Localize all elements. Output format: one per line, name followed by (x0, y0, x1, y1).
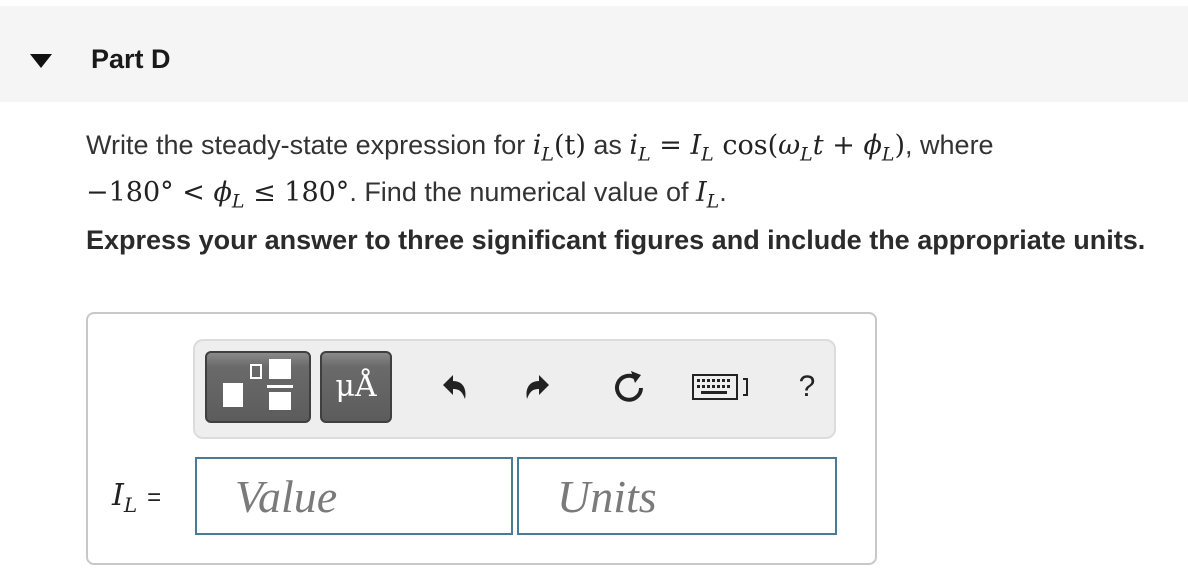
answer-box: μÅ ? IL = (86, 312, 877, 565)
reset-icon[interactable] (609, 367, 649, 407)
units-input[interactable] (517, 457, 837, 535)
fraction-template-icon (223, 359, 293, 410)
part-title: Part D (91, 44, 171, 74)
question-text: Write the steady-state expression for iL… (86, 130, 994, 213)
undo-icon[interactable] (433, 367, 473, 407)
redo-icon[interactable] (519, 367, 559, 407)
collapse-caret-icon[interactable] (30, 54, 52, 68)
math-toolbar: μÅ ? (193, 339, 836, 439)
part-header[interactable]: Part D (0, 6, 1188, 102)
instructions-text: Express your answer to three significant… (86, 225, 1146, 255)
templates-button[interactable] (205, 351, 311, 423)
units-button[interactable]: μÅ (320, 351, 392, 423)
help-button[interactable]: ? (787, 367, 827, 407)
keyboard-icon[interactable] (691, 367, 753, 407)
answer-label: IL = (112, 478, 162, 517)
value-input[interactable] (195, 457, 513, 535)
